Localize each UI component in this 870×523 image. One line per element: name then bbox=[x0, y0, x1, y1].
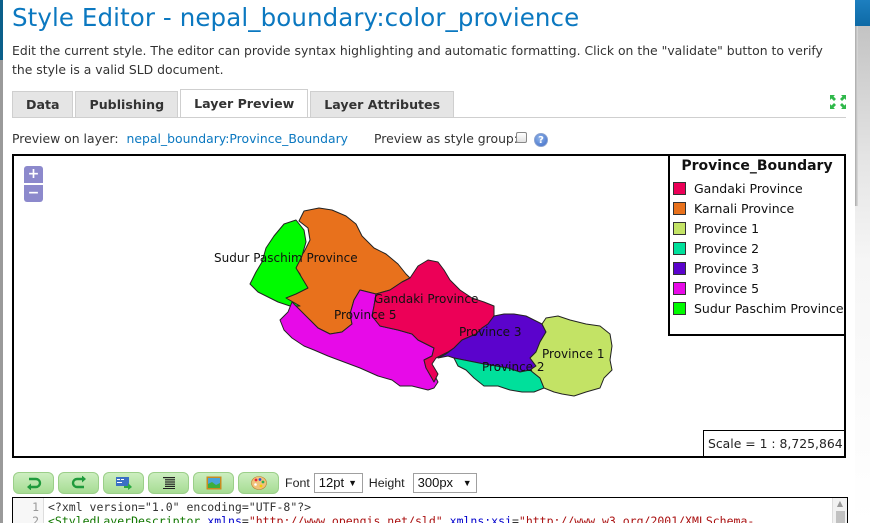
map-label-province-5: Province 5 bbox=[334, 308, 397, 322]
map-label-province-3: Province 3 bbox=[459, 325, 522, 339]
line-gutter: 1 2 bbox=[13, 498, 44, 523]
zoom-out-button[interactable]: − bbox=[24, 185, 43, 202]
style-group-label: Preview as style group: bbox=[374, 131, 518, 146]
code-attr: xmlns:xsi bbox=[449, 514, 512, 523]
tab-layer-preview[interactable]: Layer Preview bbox=[180, 89, 309, 118]
map-label-province-1: Province 1 bbox=[542, 347, 605, 361]
left-edge bbox=[0, 0, 3, 523]
redo-button[interactable] bbox=[58, 472, 99, 494]
preview-layer-row: Preview on layer: nepal_boundary:Provinc… bbox=[12, 131, 348, 146]
style-group-checkbox[interactable] bbox=[516, 132, 527, 143]
legend-title: Province_Boundary bbox=[681, 158, 833, 174]
legend-label: Karnali Province bbox=[694, 200, 795, 216]
undo-button[interactable] bbox=[13, 472, 54, 494]
tab-data[interactable]: Data bbox=[12, 91, 74, 118]
insert-image-button[interactable] bbox=[193, 472, 234, 494]
legend-swatch bbox=[673, 261, 686, 275]
height-label: Height bbox=[368, 476, 405, 490]
line-number: 1 bbox=[32, 500, 39, 514]
legend-label: Province 2 bbox=[694, 240, 760, 256]
code-string: "http://www.w3.org/2001/XMLSchema- bbox=[518, 514, 755, 523]
editor-height-value: 300px bbox=[417, 475, 454, 490]
image-icon bbox=[206, 476, 221, 490]
tab-bar: Data Publishing Layer Preview Layer Attr… bbox=[12, 89, 456, 118]
legend-label: Province 5 bbox=[694, 280, 760, 296]
editor-toolbar: Font 12pt ▼ Height 300px ▼ bbox=[13, 472, 477, 494]
code-text: <?xml version="1.0" encoding="UTF-8"?> bbox=[48, 500, 312, 514]
legend-item: Province 2 bbox=[670, 238, 844, 258]
legend-swatch bbox=[673, 281, 686, 295]
help-icon[interactable]: ? bbox=[534, 133, 548, 147]
line-number: 2 bbox=[32, 514, 39, 523]
color-picker-button[interactable] bbox=[238, 472, 279, 494]
scroll-up-icon[interactable]: ▲ bbox=[833, 498, 847, 510]
legend-swatch bbox=[673, 241, 686, 255]
preview-layer-label: Preview on layer: bbox=[12, 131, 119, 146]
legend-label: Province 1 bbox=[694, 220, 760, 236]
map-label-province-2: Province 2 bbox=[482, 360, 545, 374]
page-title: Style Editor - nepal_boundary:color_prov… bbox=[12, 3, 580, 32]
legend-item: Karnali Province bbox=[670, 198, 844, 218]
scale-readout: Scale = 1 : 8,725,864 bbox=[703, 430, 844, 456]
font-size-value: 12pt bbox=[318, 475, 345, 490]
code-attr: xmlns bbox=[207, 514, 242, 523]
reformat-icon bbox=[162, 477, 175, 489]
legend-swatch bbox=[673, 201, 686, 215]
tab-divider bbox=[12, 117, 846, 118]
legend-item: Province 1 bbox=[670, 218, 844, 238]
legend-label: Gandaki Province bbox=[694, 180, 803, 196]
chevron-down-icon: ▼ bbox=[462, 478, 472, 488]
go-to-line-button[interactable] bbox=[103, 472, 144, 494]
legend-label: Province 3 bbox=[694, 260, 760, 276]
font-size-select[interactable]: 12pt ▼ bbox=[313, 473, 363, 493]
sld-code-editor[interactable]: 1 2 <?xml version="1.0" encoding="UTF-8"… bbox=[12, 497, 848, 523]
editor-scrollbar[interactable]: ▲ bbox=[832, 498, 847, 523]
fullscreen-icon[interactable] bbox=[829, 94, 847, 110]
reformat-button[interactable] bbox=[148, 472, 189, 494]
zoom-in-button[interactable]: + bbox=[24, 166, 43, 183]
chevron-down-icon: ▼ bbox=[348, 478, 358, 488]
code-tag: <StyledLayerDescriptor bbox=[48, 514, 201, 523]
legend-item: Sudur Paschim Province bbox=[670, 298, 844, 318]
legend-swatch bbox=[673, 181, 686, 195]
tab-layer-attributes[interactable]: Layer Attributes bbox=[310, 91, 455, 118]
legend-item: Province 3 bbox=[670, 258, 844, 278]
redo-icon bbox=[71, 476, 86, 489]
undo-icon bbox=[26, 477, 41, 490]
palette-icon bbox=[250, 476, 267, 490]
legend-label: Sudur Paschim Province bbox=[694, 300, 844, 316]
editor-height-select[interactable]: 300px ▼ bbox=[412, 473, 477, 493]
page-description: Edit the current style. The editor can p… bbox=[12, 43, 823, 77]
legend-item: Province 5 bbox=[670, 278, 844, 298]
font-label: Font bbox=[285, 476, 310, 490]
legend-swatch bbox=[673, 221, 686, 235]
go-to-line-icon bbox=[115, 477, 132, 490]
legend-swatch bbox=[673, 301, 686, 315]
code-line: <StyledLayerDescriptor xmlns="http://www… bbox=[48, 514, 754, 523]
map-label-sudur-paschim: Sudur Paschim Province bbox=[214, 251, 358, 265]
code-line: <?xml version="1.0" encoding="UTF-8"?> bbox=[48, 500, 311, 514]
map-legend: Province_Boundary Gandaki Province Karnal… bbox=[668, 156, 844, 336]
tab-publishing[interactable]: Publishing bbox=[75, 91, 179, 118]
legend-item: Gandaki Province bbox=[670, 178, 844, 198]
code-string: "http://www.opengis.net/sld" bbox=[248, 514, 443, 523]
scrollbar-thumb[interactable] bbox=[836, 511, 845, 523]
map-preview[interactable]: Sudur Paschim Province Gandaki Province … bbox=[12, 154, 846, 458]
preview-layer-link[interactable]: nepal_boundary:Province_Boundary bbox=[127, 131, 348, 146]
map-label-gandaki: Gandaki Province bbox=[374, 292, 478, 306]
right-panel-edge bbox=[855, 0, 870, 523]
